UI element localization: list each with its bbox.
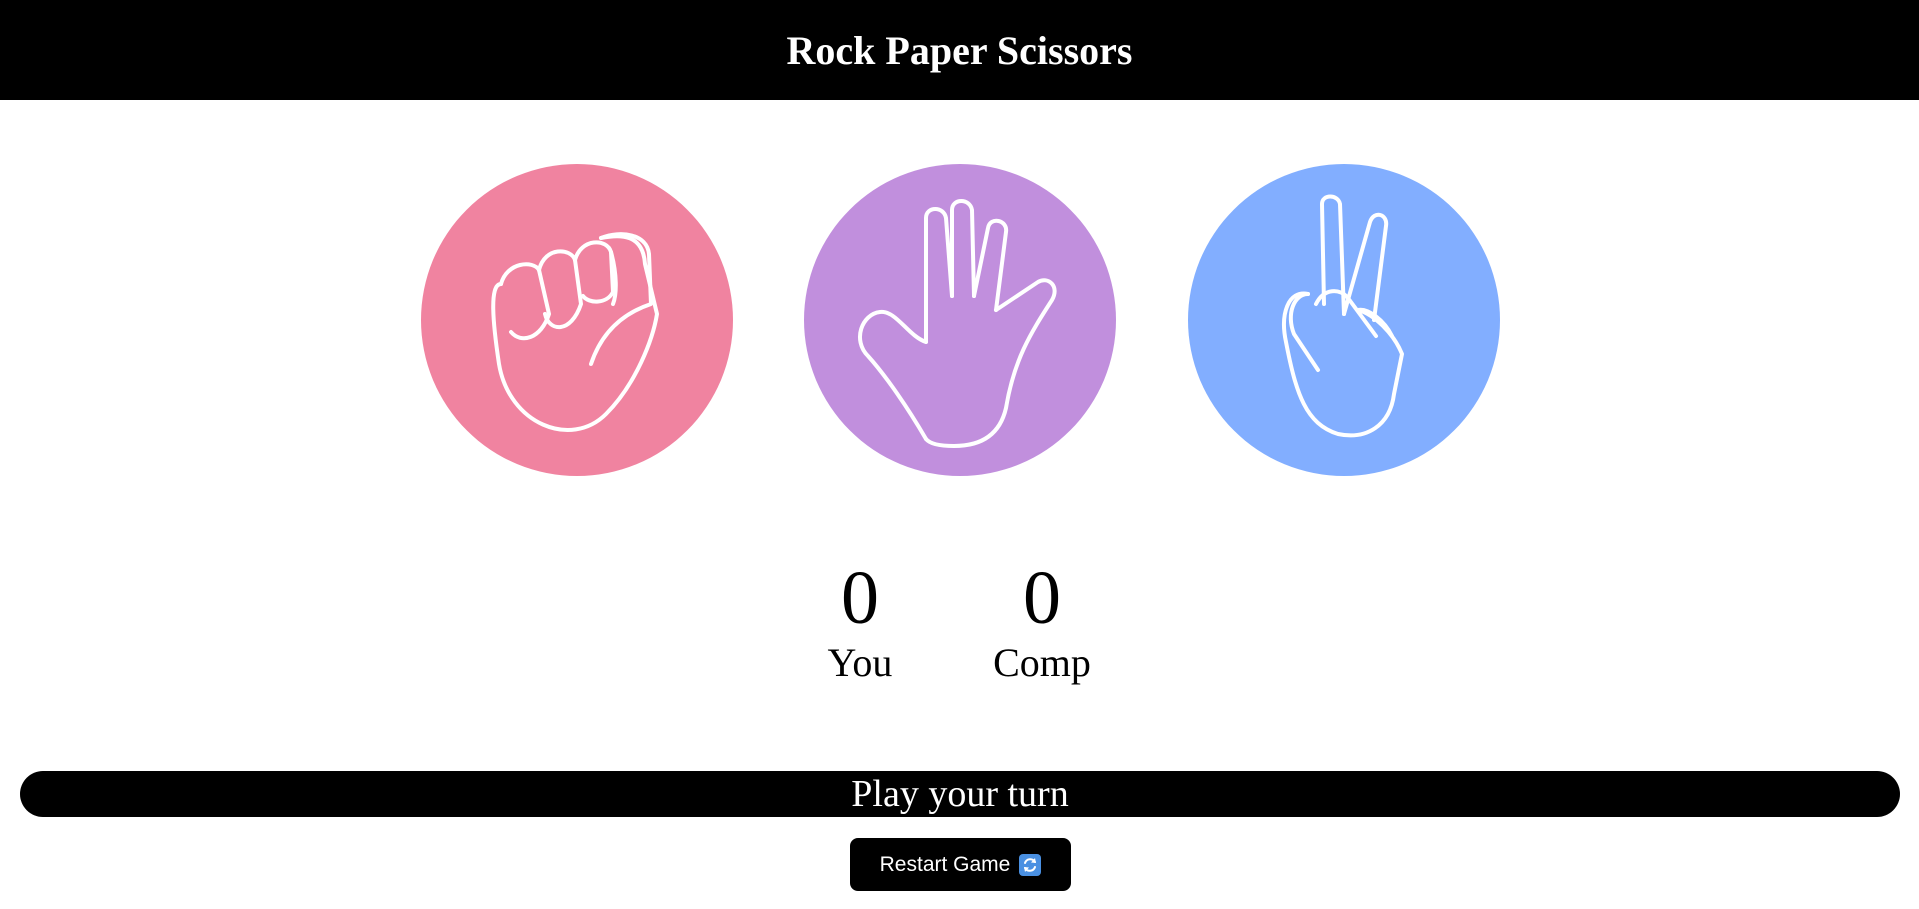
user-score-value: 0: [841, 556, 879, 640]
game-message: Play your turn: [20, 771, 1900, 817]
score-board: 0 You 0 Comp: [0, 555, 1919, 695]
comp-score: 0 Comp: [962, 555, 1122, 685]
choices-container: [0, 164, 1919, 476]
comp-score-label: Comp: [993, 640, 1091, 685]
page-title: Rock Paper Scissors: [786, 27, 1133, 73]
open-hand-icon: [804, 164, 1116, 476]
peace-hand-icon: [1188, 164, 1500, 476]
scissors-choice[interactable]: [1188, 164, 1500, 476]
restart-button-label: Restart Game: [879, 852, 1011, 876]
user-score: 0 You: [780, 555, 940, 685]
restart-game-button[interactable]: Restart Game: [850, 838, 1071, 891]
paper-choice[interactable]: [804, 164, 1116, 476]
comp-score-value: 0: [1023, 556, 1061, 640]
page-header: Rock Paper Scissors: [0, 0, 1919, 100]
fist-icon: [421, 164, 733, 476]
rock-choice[interactable]: [421, 164, 733, 476]
user-score-label: You: [827, 640, 893, 685]
refresh-icon: [1019, 853, 1042, 876]
